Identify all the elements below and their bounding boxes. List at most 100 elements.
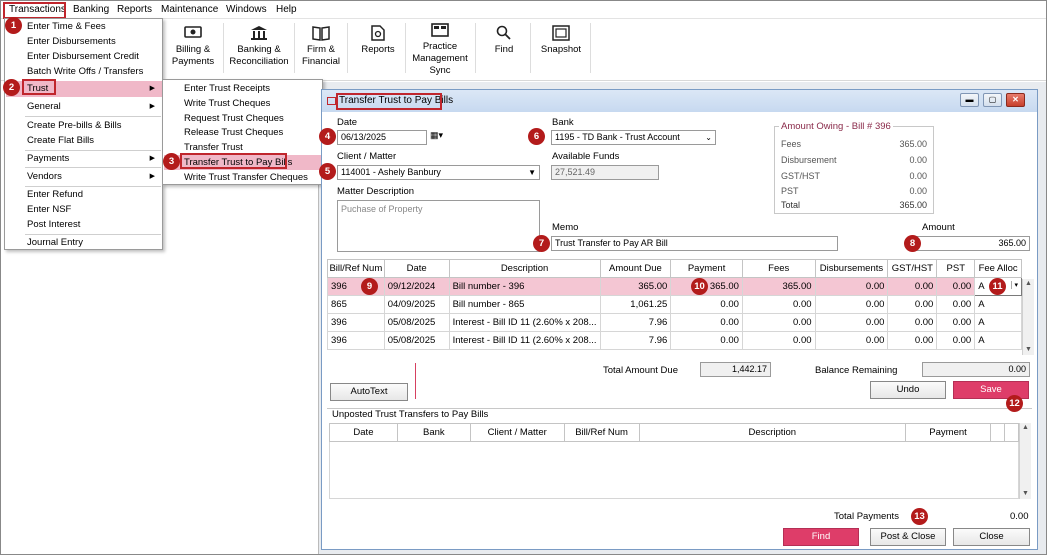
- grid-scrollbar[interactable]: ▲ ▼: [1022, 279, 1034, 355]
- menu-item-payments[interactable]: Payments ▶: [6, 151, 162, 166]
- menu-item-disbursement-credit[interactable]: Enter Disbursement Credit: [27, 49, 139, 64]
- menu-item-nsf[interactable]: Enter NSF: [27, 202, 71, 217]
- menu-maintenance[interactable]: Maintenance: [161, 4, 218, 15]
- menu-help[interactable]: Help: [276, 4, 297, 15]
- submenu-item-trust-transfer-cheques[interactable]: Write Trust Transfer Cheques: [184, 170, 308, 185]
- submenu-item-write-trust-cheques[interactable]: Write Trust Cheques: [184, 96, 270, 111]
- cell-fees[interactable]: 365.00: [741, 277, 816, 296]
- grid-header[interactable]: Description: [638, 423, 907, 442]
- menu-item-general[interactable]: General ▶: [6, 99, 162, 114]
- cell-fee-alloc[interactable]: A: [974, 313, 1022, 332]
- maximize-button[interactable]: ▢: [983, 93, 1002, 107]
- bank-select[interactable]: 1195 - TD Bank - Trust Account ⌄: [551, 130, 716, 145]
- toolbar-snapshot-button[interactable]: Snapshot: [536, 21, 586, 79]
- unposted-grid: Date Bank Client / Matter Bill/Ref Num D…: [329, 423, 1020, 442]
- grid-header[interactable]: Date: [383, 259, 450, 278]
- cell-ref[interactable]: 396: [327, 331, 385, 350]
- cell-ref[interactable]: 865: [327, 295, 385, 314]
- cell-payment[interactable]: 0.00: [670, 313, 743, 332]
- close-window-button[interactable]: ✕: [1006, 93, 1025, 107]
- grid-header[interactable]: Disbursements: [814, 259, 889, 278]
- menu-item-vendors[interactable]: Vendors ▶: [6, 169, 162, 184]
- post-close-button[interactable]: Post & Close: [870, 528, 946, 546]
- grid-header[interactable]: Client / Matter: [469, 423, 565, 442]
- cell-disbursements[interactable]: 0.00: [814, 295, 889, 314]
- cell-ref[interactable]: 396: [327, 313, 385, 332]
- step-badge-9: 9: [361, 278, 378, 295]
- submenu-item-release-trust-cheques[interactable]: Release Trust Cheques: [184, 125, 283, 140]
- undo-button[interactable]: Undo: [870, 381, 946, 399]
- grid-header[interactable]: PST: [936, 259, 976, 278]
- cell-gst[interactable]: 0.00: [887, 277, 938, 296]
- submenu-item-trust-receipts[interactable]: Enter Trust Receipts: [184, 81, 270, 96]
- cell-payment[interactable]: 0.00: [670, 295, 743, 314]
- scroll-down-icon[interactable]: ▼: [1023, 345, 1034, 355]
- grid-header[interactable]: Payment: [670, 259, 743, 278]
- cell-gst[interactable]: 0.00: [887, 295, 938, 314]
- table-row[interactable]: 396 05/08/2025 Interest - Bill ID 11 (2.…: [327, 313, 1022, 332]
- close-button[interactable]: Close: [953, 528, 1030, 546]
- grid-header[interactable]: Fee Alloc: [974, 259, 1022, 278]
- menu-reports[interactable]: Reports: [117, 4, 152, 15]
- toolbar-find-button[interactable]: Find: [483, 21, 525, 79]
- toolbar-sync-button[interactable]: Practice Management Sync: [410, 21, 470, 79]
- table-row[interactable]: 396 05/08/2025 Interest - Bill ID 11 (2.…: [327, 331, 1022, 350]
- grid-header[interactable]: Amount Due: [599, 259, 672, 278]
- cell-gst[interactable]: 0.00: [887, 313, 938, 332]
- grid-header[interactable]: Payment: [905, 423, 991, 442]
- grid-header[interactable]: Description: [448, 259, 601, 278]
- menu-windows[interactable]: Windows: [226, 4, 267, 15]
- menu-item-post-interest[interactable]: Post Interest: [27, 217, 80, 232]
- transfer-window: Transfer Trust to Pay Bills ▬ ▢ ✕ Date 0…: [321, 89, 1038, 550]
- menu-banking[interactable]: Banking: [73, 4, 109, 15]
- scroll-up-icon[interactable]: ▲: [1020, 423, 1031, 433]
- cell-pst[interactable]: 0.00: [936, 331, 976, 350]
- grid-header[interactable]: Fees: [741, 259, 816, 278]
- step-badge-12: 12: [1006, 395, 1023, 412]
- amount-input[interactable]: 365.00: [916, 236, 1030, 251]
- cell-disbursements[interactable]: 0.00: [814, 313, 889, 332]
- toolbar-banking-button[interactable]: Banking & Reconciliation: [227, 21, 291, 79]
- find-button[interactable]: Find: [783, 528, 859, 546]
- cell-fees[interactable]: 0.00: [741, 313, 816, 332]
- cell-fees[interactable]: 0.00: [741, 331, 816, 350]
- cell-disbursements[interactable]: 0.00: [814, 331, 889, 350]
- table-row[interactable]: 865 04/09/2025 Bill number - 865 1,061.2…: [327, 295, 1022, 314]
- menu-item-journal-entry[interactable]: Journal Entry: [27, 235, 83, 250]
- grid-header[interactable]: GST/HST: [887, 259, 938, 278]
- cell-pst[interactable]: 0.00: [936, 295, 976, 314]
- menu-item-batch-write-offs[interactable]: Batch Write Offs / Transfers: [27, 64, 143, 79]
- date-input[interactable]: 06/13/2025: [337, 130, 427, 145]
- unposted-scrollbar[interactable]: ▲ ▼: [1019, 423, 1031, 499]
- menu-item-enter-disbursements[interactable]: Enter Disbursements: [27, 34, 116, 49]
- snapshot-icon: [552, 25, 570, 41]
- grid-header[interactable]: Bank: [396, 423, 471, 442]
- toolbar-firm-button[interactable]: Firm & Financial: [298, 21, 344, 79]
- client-select[interactable]: 114001 - Ashely Banbury ▼: [337, 165, 540, 180]
- memo-input[interactable]: Trust Transfer to Pay AR Bill: [551, 236, 838, 251]
- scroll-up-icon[interactable]: ▲: [1023, 279, 1034, 289]
- submenu-item-request-trust-cheques[interactable]: Request Trust Cheques: [184, 111, 284, 126]
- menu-item-enter-time[interactable]: Enter Time & Fees: [27, 19, 106, 34]
- calendar-icon[interactable]: ▦▾: [430, 130, 452, 145]
- cell-pst[interactable]: 0.00: [936, 313, 976, 332]
- menu-item-prebills[interactable]: Create Pre-bills & Bills: [27, 118, 122, 133]
- toolbar-reports-button[interactable]: Reports: [355, 21, 401, 79]
- cell-fee-alloc[interactable]: A: [974, 295, 1022, 314]
- grid-header[interactable]: Bill/Ref Num: [563, 423, 640, 442]
- minimize-button[interactable]: ▬: [960, 93, 979, 107]
- menu-item-refund[interactable]: Enter Refund: [27, 187, 83, 202]
- cell-fee-alloc[interactable]: A: [974, 331, 1022, 350]
- cell-disbursements[interactable]: 0.00: [814, 277, 889, 296]
- menu-item-flat-bills[interactable]: Create Flat Bills: [27, 133, 94, 148]
- autotext-button[interactable]: AutoText: [330, 383, 408, 401]
- table-row[interactable]: 396 09/12/2024 Bill number - 396 365.00 …: [327, 277, 1022, 296]
- scroll-down-icon[interactable]: ▼: [1020, 489, 1031, 499]
- toolbar-billing-button[interactable]: Billing & Payments: [167, 21, 219, 79]
- grid-header[interactable]: Bill/Ref Num: [327, 259, 385, 278]
- cell-pst[interactable]: 0.00: [936, 277, 976, 296]
- grid-header[interactable]: Date: [329, 423, 398, 442]
- cell-payment[interactable]: 0.00: [670, 331, 743, 350]
- cell-fees[interactable]: 0.00: [741, 295, 816, 314]
- cell-gst[interactable]: 0.00: [887, 331, 938, 350]
